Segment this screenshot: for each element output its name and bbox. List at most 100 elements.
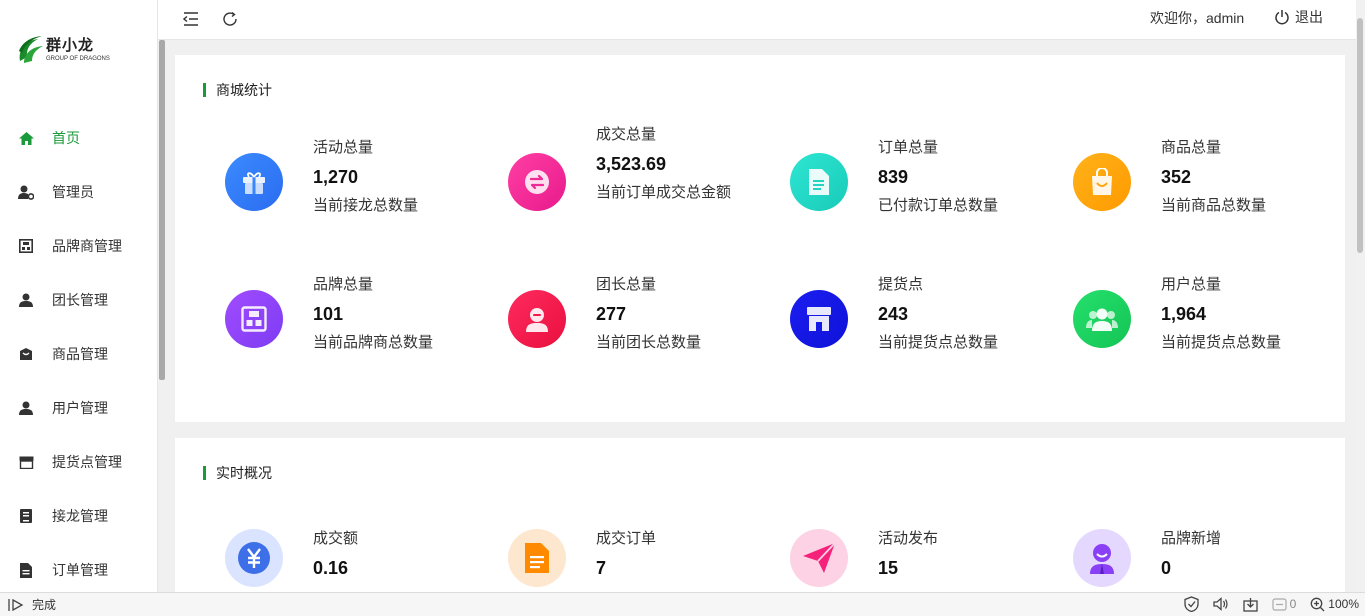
stat-value: 277 [596, 304, 627, 324]
stat-goods: 商品总量 352 当前商品总数量 [1073, 138, 1323, 248]
stat-turnover: 成交总量 3,523.69 当前订单成交总金额 [508, 125, 758, 235]
stat-label: 订单总量 [878, 139, 939, 156]
power-icon [1275, 10, 1289, 25]
paper-plane-icon [790, 529, 848, 587]
zoom-icon [1310, 597, 1325, 611]
stat-label: 活动发布 [878, 530, 939, 547]
shop-icon [790, 290, 848, 348]
stat-label: 团长总量 [596, 276, 657, 293]
sidebar-item-leader[interactable]: 团长管理 [0, 273, 158, 327]
stat-value: 3,523.69 [596, 154, 667, 174]
brand-person-icon [1073, 529, 1131, 587]
sidebar-scrollbar[interactable] [158, 40, 167, 592]
sidebar-item-label: 管理员 [52, 184, 94, 200]
leader-icon [508, 290, 566, 348]
collapse-menu-button[interactable] [178, 6, 204, 32]
logo-title: 群小龙 [46, 37, 95, 54]
sidebar: 群小龙 GROUP OF DRAGONS 首页 管理员 品牌商管理 团长管理 商… [0, 0, 158, 592]
sidebar-item-pickup[interactable]: 提货点管理 [0, 435, 158, 489]
order-file-icon [508, 529, 566, 587]
stat-label: 品牌总量 [313, 276, 374, 293]
shield-icon[interactable] [1183, 596, 1199, 612]
stat-value: 101 [313, 304, 344, 324]
stat-desc: 当前接龙总数量 [313, 197, 419, 214]
stat-label: 成交总量 [596, 126, 657, 143]
sidebar-item-home[interactable]: 首页 [0, 111, 158, 165]
stat-label: 成交订单 [596, 530, 657, 547]
sidebar-item-orders[interactable]: 订单管理 [0, 543, 158, 597]
yuan-icon [225, 529, 283, 587]
dragon-logo-icon [16, 33, 46, 67]
stat-value: 7 [596, 558, 607, 578]
logout-button[interactable]: 退出 [1274, 6, 1323, 28]
card-title: 商城统计 [203, 83, 272, 97]
stat-value: 1,270 [313, 167, 359, 187]
stat-label: 活动总量 [313, 139, 374, 156]
sidebar-item-label: 提货点管理 [52, 454, 122, 470]
stat-label: 用户总量 [1161, 276, 1222, 293]
stat-pickup-points: 提货点 243 当前提货点总数量 [790, 275, 1040, 385]
sidebar-item-admin[interactable]: 管理员 [0, 165, 158, 219]
sidebar-scrollbar-thumb[interactable] [159, 40, 165, 380]
welcome-text: 欢迎你，admin [1150, 10, 1245, 26]
stat-orders: 订单总量 839 已付款订单总数量 [790, 138, 1040, 248]
top-header: 欢迎你，admin 退出 [158, 0, 1365, 40]
stat-value: 243 [878, 304, 909, 324]
sidebar-item-label: 商品管理 [52, 346, 108, 362]
stat-desc: 当前商品总数量 [1161, 197, 1267, 214]
download-box-icon[interactable] [1242, 597, 1258, 612]
user-icon [18, 400, 34, 416]
stat-desc: 已付款订单总数量 [878, 197, 999, 214]
stat-label: 商品总量 [1161, 139, 1222, 156]
card-title: 实时概况 [203, 466, 272, 480]
stat-label: 品牌新增 [1161, 530, 1222, 547]
zoom-control[interactable]: 100% [1310, 597, 1359, 612]
browser-statusbar: 完成 0 100% [0, 592, 1365, 616]
stat-desc: 当前订单成交总金额 [596, 184, 732, 201]
stat-label: 提货点 [878, 276, 924, 293]
sidebar-item-relay[interactable]: 接龙管理 [0, 489, 158, 543]
stat-desc: 当前提货点总数量 [1161, 334, 1282, 351]
main-scrollbar[interactable] [1356, 0, 1365, 592]
menu-collapse-icon [183, 12, 198, 26]
stat-value: 352 [1161, 167, 1192, 187]
sidebar-item-users[interactable]: 用户管理 [0, 381, 158, 435]
relay-book-icon [18, 508, 34, 524]
shopping-bag-icon [1073, 153, 1131, 211]
brand-icon [18, 238, 34, 254]
stat-leaders: 团长总量 277 当前团长总数量 [508, 275, 758, 385]
stat-value: 0.16 [313, 558, 349, 578]
blocked-count[interactable]: 0 [1272, 597, 1297, 612]
sidebar-item-label: 用户管理 [52, 400, 108, 416]
person-icon [18, 292, 34, 308]
sidebar-item-label: 接龙管理 [52, 508, 108, 524]
blocked-count-value: 0 [1289, 597, 1297, 611]
home-icon [18, 130, 34, 146]
sidebar-item-brand[interactable]: 品牌商管理 [0, 219, 158, 273]
stat-desc: 当前团长总数量 [596, 334, 702, 351]
brand-grid-icon [225, 290, 283, 348]
document-icon [790, 153, 848, 211]
exchange-icon [508, 153, 566, 211]
logo-subtitle: GROUP OF DRAGONS [46, 56, 110, 62]
refresh-icon [223, 11, 237, 26]
stat-brands: 品牌总量 101 当前品牌商总数量 [225, 275, 475, 385]
sidebar-item-label: 订单管理 [52, 562, 108, 578]
play-frame-icon[interactable] [8, 598, 24, 612]
speaker-icon[interactable] [1212, 597, 1229, 611]
realtime-card: 实时概况 成交额 0.16 成交订单 7 活动发布 15 品牌新增 0 [175, 438, 1345, 592]
mall-stats-card: 商城统计 活动总量 1,270 当前接龙总数量 成交总量 3,523.69 当前… [175, 55, 1345, 422]
goods-box-icon [18, 346, 34, 362]
store-icon [18, 454, 34, 470]
gift-icon [225, 153, 283, 211]
sidebar-item-goods[interactable]: 商品管理 [0, 327, 158, 381]
logo: 群小龙 GROUP OF DRAGONS [16, 30, 126, 70]
sidebar-item-label: 首页 [52, 130, 80, 146]
sidebar-item-label: 团长管理 [52, 292, 108, 308]
refresh-button[interactable] [217, 6, 243, 32]
sidebar-nav: 首页 管理员 品牌商管理 团长管理 商品管理 用户管理 提货点管理 接龙管理 订… [0, 111, 158, 597]
stat-activities: 活动总量 1,270 当前接龙总数量 [225, 138, 475, 248]
zoom-level: 100% [1328, 597, 1359, 611]
main-scrollbar-thumb[interactable] [1357, 18, 1363, 253]
stat-desc: 当前品牌商总数量 [313, 334, 434, 351]
